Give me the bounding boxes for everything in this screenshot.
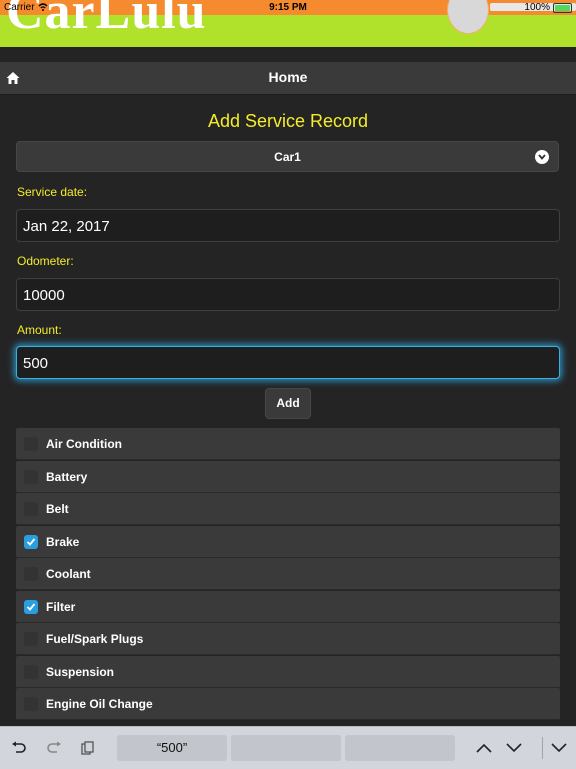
service-item[interactable]: Engine Oil Change [16, 688, 560, 720]
undo-icon[interactable] [11, 741, 27, 755]
chevron-down-icon[interactable] [506, 743, 522, 753]
checkbox-unchecked[interactable] [24, 502, 38, 516]
check-icon [26, 537, 36, 546]
status-time: 9:15 PM [269, 2, 307, 13]
checkbox-unchecked[interactable] [24, 697, 38, 711]
check-icon [26, 602, 36, 611]
checkbox-unchecked[interactable] [24, 567, 38, 581]
suggestion-1[interactable]: “500” [117, 735, 227, 761]
suggestion-3[interactable] [345, 735, 455, 761]
suggestion-2[interactable] [231, 735, 341, 761]
service-item[interactable]: Suspension [16, 655, 560, 688]
redo-icon[interactable] [46, 741, 62, 755]
service-item-label: Battery [46, 469, 88, 484]
chevron-down-icon [535, 150, 549, 164]
checkbox-checked[interactable] [24, 534, 38, 549]
service-item[interactable]: Brake [16, 525, 560, 558]
battery-icon [553, 3, 572, 13]
service-item-label: Air Condition [46, 437, 122, 451]
chevron-up-icon[interactable] [476, 743, 492, 753]
checkbox-unchecked[interactable] [24, 437, 38, 451]
checkbox-unchecked[interactable] [24, 469, 38, 484]
service-item[interactable]: Battery [16, 460, 560, 493]
battery-percent: 100% [524, 2, 550, 13]
checkbox-checked[interactable] [24, 599, 38, 614]
service-item-label: Brake [46, 534, 80, 549]
page-title: Add Service Record [207, 111, 369, 131]
nav-header: Home [0, 62, 576, 95]
checkbox-unchecked[interactable] [24, 632, 38, 646]
amount-label: Amount: [17, 323, 62, 337]
page-header-title: Home [268, 69, 308, 85]
service-item-label: Belt [46, 502, 69, 516]
odometer-label: Odometer: [17, 254, 74, 268]
service-item-label: Coolant [46, 567, 91, 581]
amount-input[interactable]: 500 [16, 346, 560, 379]
service-item[interactable]: Belt [16, 493, 560, 525]
service-item-label: Suspension [46, 664, 115, 679]
service-item-label: Fuel/Spark Plugs [46, 632, 144, 646]
service-date-label: Service date: [17, 185, 88, 199]
service-item[interactable]: Filter [16, 590, 560, 623]
service-date-input[interactable]: Jan 22, 2017 [16, 209, 560, 242]
paste-icon[interactable] [81, 741, 95, 755]
keyboard-accessory-bar: “500” [0, 726, 576, 769]
odometer-input[interactable]: 10000 [16, 278, 560, 311]
add-button[interactable]: Add [265, 388, 311, 419]
service-item[interactable]: Air Condition [16, 428, 560, 460]
app-banner: CarLulu Carrier 9:15 PM 100% [0, 0, 576, 47]
car-select-value: Car1 [274, 150, 301, 164]
divider [542, 737, 543, 759]
service-item-label: Engine Oil Change [46, 697, 153, 711]
service-list: Air Condition Battery Belt Brake Coolant Filt… [16, 428, 560, 728]
service-item-label: Filter [46, 599, 76, 614]
dismiss-keyboard-icon[interactable] [551, 743, 567, 753]
service-item[interactable]: Coolant [16, 558, 560, 590]
car-select[interactable]: Car1 [16, 141, 559, 172]
checkbox-unchecked[interactable] [24, 664, 38, 679]
service-item[interactable]: Fuel/Spark Plugs [16, 623, 560, 655]
